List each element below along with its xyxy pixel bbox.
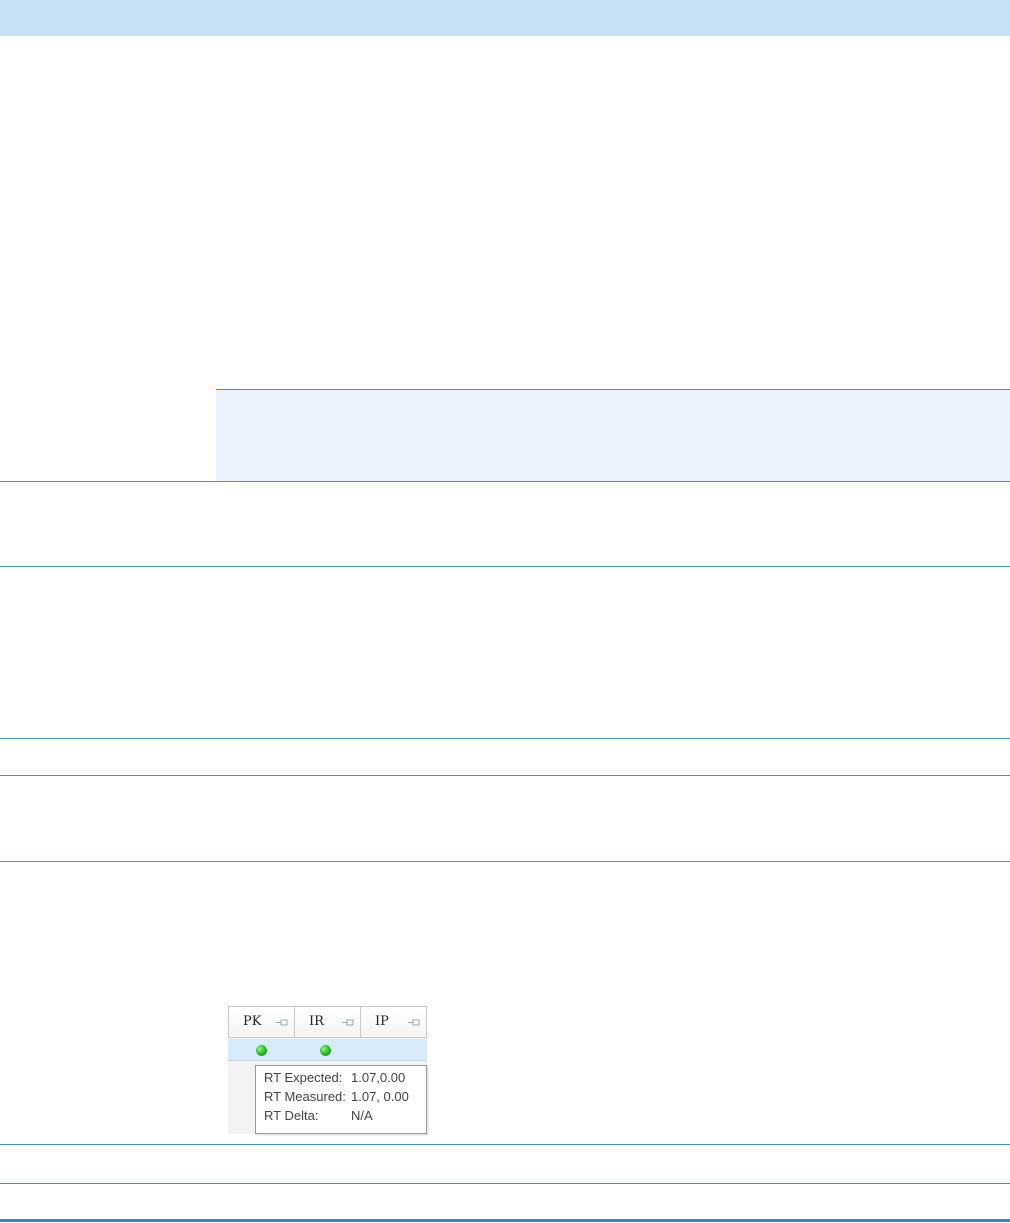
rt-tooltip: RT Expected: 1.07,0.00 RT Measured: 1.07… xyxy=(255,1065,427,1134)
section-divider xyxy=(0,481,1010,482)
tooltip-row: RT Measured: 1.07, 0.00 xyxy=(264,1089,426,1108)
column-header-pk[interactable]: PK xyxy=(229,1007,295,1037)
pin-icon[interactable] xyxy=(342,1019,354,1026)
status-dot-icon xyxy=(320,1045,331,1056)
shaded-note-panel xyxy=(216,389,1010,481)
tooltip-value: 1.07, 0.00 xyxy=(351,1089,409,1104)
grid-header: PK IR IP xyxy=(228,1006,427,1038)
tooltip-row: RT Delta: N/A xyxy=(264,1108,426,1127)
section-divider xyxy=(0,861,1010,862)
section-divider xyxy=(0,566,1010,567)
section-divider xyxy=(0,1183,1010,1184)
tooltip-label: RT Measured: xyxy=(264,1089,346,1104)
status-grid-screenshot: PK IR IP RT Expected: 1.07,0.00 RT Measu… xyxy=(228,1006,427,1134)
column-label: IR xyxy=(309,1014,324,1029)
header-band xyxy=(0,0,1010,36)
section-divider xyxy=(0,775,1010,776)
bottom-border xyxy=(0,1219,1010,1222)
column-label: PK xyxy=(243,1014,262,1029)
tooltip-label: RT Expected: xyxy=(264,1070,343,1085)
pin-icon[interactable] xyxy=(276,1019,288,1026)
column-header-ip[interactable]: IP xyxy=(361,1007,426,1037)
status-row[interactable] xyxy=(228,1039,427,1061)
tooltip-label: RT Delta: xyxy=(264,1108,319,1123)
tooltip-row: RT Expected: 1.07,0.00 xyxy=(264,1070,426,1089)
tooltip-value: 1.07,0.00 xyxy=(351,1070,406,1085)
section-divider xyxy=(0,1144,1010,1145)
pin-icon[interactable] xyxy=(408,1019,420,1026)
tooltip-value: N/A xyxy=(351,1108,373,1123)
status-dot-icon xyxy=(256,1045,267,1056)
column-label: IP xyxy=(375,1014,389,1029)
section-divider xyxy=(0,738,1010,739)
column-header-ir[interactable]: IR xyxy=(295,1007,361,1037)
